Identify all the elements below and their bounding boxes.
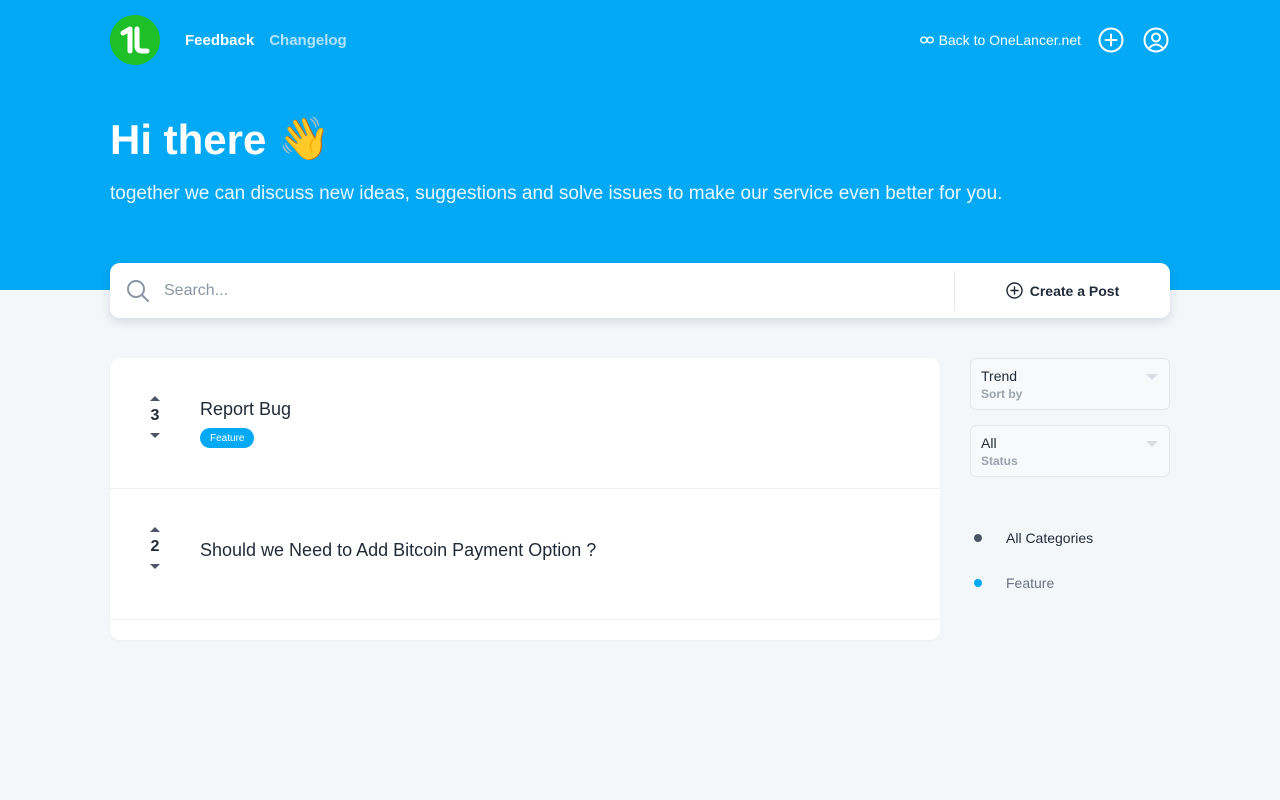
sort-by-dropdown[interactable]: Trend Sort by: [970, 358, 1170, 410]
sort-value: Trend: [981, 368, 1018, 384]
back-link-label: Back to OneLancer.net: [938, 32, 1081, 48]
wave-emoji: 👋: [278, 115, 331, 162]
post-item[interactable]: 3 Report Bug Feature: [110, 358, 940, 489]
category-label: All Categories: [1006, 530, 1094, 546]
status-dropdown[interactable]: All Status: [970, 425, 1170, 477]
link-icon: [919, 36, 934, 44]
upvote-icon[interactable]: [150, 527, 160, 532]
category-dot: [974, 534, 982, 542]
vote-widget: 3: [140, 392, 170, 438]
title-text: Hi there: [110, 115, 267, 163]
back-to-site-link[interactable]: Back to OneLancer.net: [919, 32, 1081, 48]
category-feature[interactable]: Feature: [974, 575, 1054, 591]
create-post-label: Create a Post: [1029, 282, 1120, 299]
caret-down-icon: [1146, 441, 1158, 447]
category-all[interactable]: All Categories: [974, 530, 1093, 546]
category-tag: Feature: [200, 428, 255, 448]
search-icon: [127, 279, 149, 302]
downvote-icon[interactable]: [150, 433, 160, 438]
post-list: 3 Report Bug Feature 2 Should we Need to…: [110, 358, 940, 640]
plus-circle-icon: [1006, 282, 1023, 299]
sort-label: Sort by: [981, 387, 1023, 401]
add-post-button[interactable]: [1097, 26, 1125, 54]
post-item[interactable]: 2 Should we Need to Add Bitcoin Payment …: [110, 489, 940, 620]
post-title[interactable]: Should we Need to Add Bitcoin Payment Op…: [200, 540, 596, 561]
logo-mark-icon: [120, 26, 150, 54]
downvote-icon[interactable]: [150, 564, 160, 569]
search-input[interactable]: [164, 270, 954, 311]
page-title: Hi there 👋: [110, 115, 331, 164]
upvote-icon[interactable]: [150, 396, 160, 401]
header-actions: Back to OneLancer.net: [919, 26, 1170, 54]
top-navigation: Feedback Changelog Back to OneLancer.net: [110, 15, 1170, 65]
category-label: Feature: [1006, 575, 1055, 591]
vote-count: 2: [150, 538, 160, 555]
page-subtitle: together we can discuss new ideas, sugge…: [110, 183, 1003, 204]
category-dot: [974, 579, 982, 587]
vote-widget: 2: [140, 523, 170, 569]
nav-feedback[interactable]: Feedback: [185, 32, 254, 49]
vote-count: 3: [150, 407, 160, 424]
create-post-button[interactable]: Create a Post: [955, 263, 1170, 318]
brand-logo[interactable]: [110, 15, 160, 65]
main-nav: Feedback Changelog: [185, 32, 347, 49]
nav-changelog[interactable]: Changelog: [269, 32, 347, 49]
user-account-button[interactable]: [1142, 26, 1170, 54]
plus-circle-icon: [1098, 27, 1124, 53]
post-title[interactable]: Report Bug: [200, 399, 291, 420]
status-value: All: [981, 435, 997, 451]
status-label: Status: [981, 454, 1018, 468]
caret-down-icon: [1146, 374, 1158, 380]
user-circle-icon: [1143, 27, 1169, 53]
search-bar: Create a Post: [110, 263, 1170, 318]
